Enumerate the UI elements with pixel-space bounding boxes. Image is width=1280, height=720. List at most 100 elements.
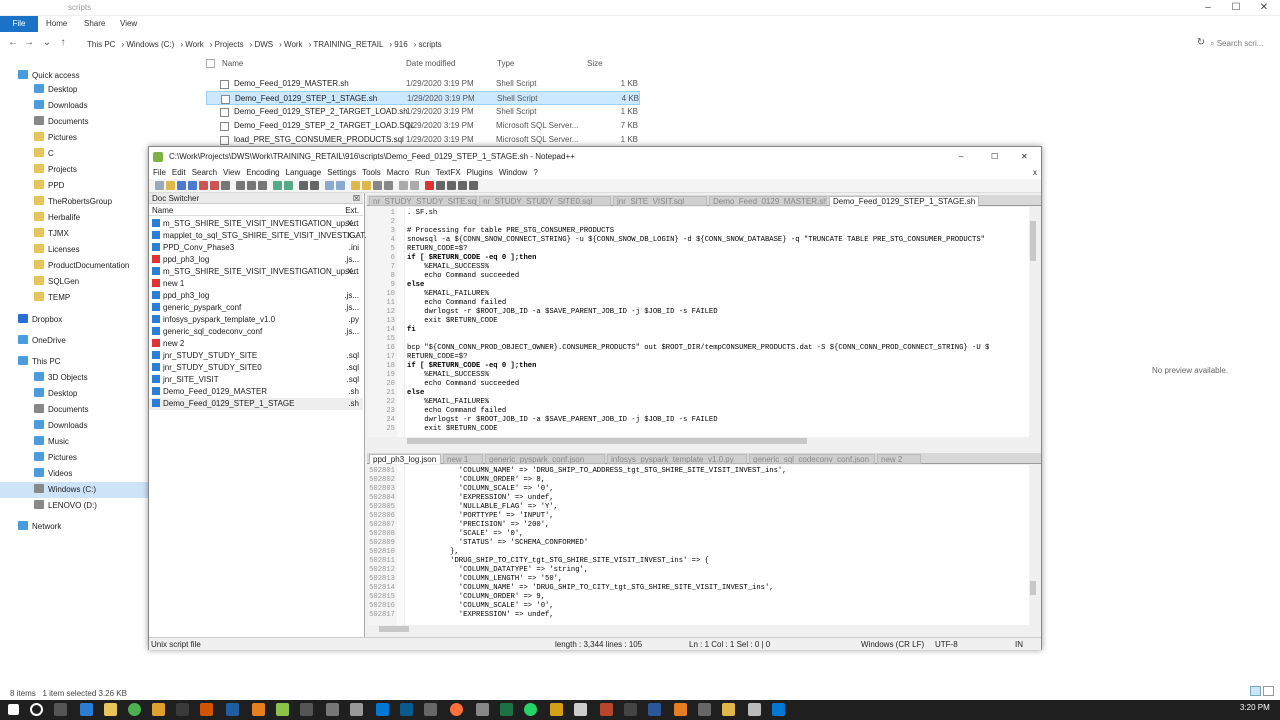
app-icon[interactable] bbox=[674, 703, 687, 716]
nav-item[interactable]: Documents bbox=[0, 114, 148, 130]
record-macro-icon[interactable] bbox=[425, 181, 434, 190]
nav-item[interactable]: Desktop bbox=[0, 386, 148, 402]
firefox-icon[interactable] bbox=[450, 703, 463, 716]
select-all-checkbox[interactable] bbox=[206, 59, 215, 68]
app-icon[interactable] bbox=[226, 703, 239, 716]
column-size[interactable]: Size bbox=[587, 59, 603, 68]
nav-item[interactable]: TJMX bbox=[0, 226, 148, 242]
app-icon[interactable] bbox=[524, 703, 537, 716]
word-icon[interactable] bbox=[648, 703, 661, 716]
editor-tab-active[interactable]: ppd_ph3_log.json bbox=[369, 454, 441, 464]
app-icon[interactable] bbox=[350, 703, 363, 716]
menu-settings[interactable]: Settings bbox=[327, 168, 356, 177]
maximize-icon[interactable]: ☐ bbox=[1222, 0, 1250, 16]
menu-textfx[interactable]: TextFX bbox=[436, 168, 461, 177]
app-icon[interactable] bbox=[300, 703, 313, 716]
maximize-icon[interactable]: ☐ bbox=[991, 147, 998, 167]
app-icon[interactable] bbox=[772, 703, 785, 716]
function-list-icon[interactable] bbox=[410, 181, 419, 190]
breadcrumb[interactable]: This PC bbox=[87, 40, 115, 49]
close-icon[interactable]: ✕ bbox=[1021, 147, 1028, 167]
bottom-editor[interactable]: 502801 'COLUMN_NAME' => 'DRUG_SHIP_TO_AD… bbox=[367, 465, 1035, 625]
file-row[interactable]: Demo_Feed_0129_STEP_2_TARGET_LOAD.sh 1/29… bbox=[206, 105, 640, 119]
outlook-icon[interactable] bbox=[80, 703, 93, 716]
search-input[interactable]: ⌕ Search scri... bbox=[1210, 35, 1276, 52]
windows-start-icon[interactable] bbox=[8, 704, 19, 715]
app-icon[interactable] bbox=[400, 703, 413, 716]
zoom-in-icon[interactable] bbox=[325, 181, 334, 190]
editor-tab[interactable]: new 1 bbox=[443, 454, 483, 464]
save-icon[interactable] bbox=[177, 181, 186, 190]
doc-item[interactable]: Demo_Feed_0129_MASTER .sh bbox=[149, 386, 363, 398]
doc-item[interactable]: m_STG_SHIRE_SITE_VISIT_INVESTIGATION_ups… bbox=[149, 266, 363, 278]
chevron-down-icon[interactable]: ⌄ bbox=[40, 36, 54, 50]
app-icon[interactable] bbox=[722, 703, 735, 716]
nav-item[interactable]: Videos bbox=[0, 466, 148, 482]
menu-window[interactable]: Window bbox=[499, 168, 527, 177]
column-date[interactable]: Date modified bbox=[406, 59, 455, 68]
app-icon[interactable] bbox=[476, 703, 489, 716]
top-editor[interactable]: 1. SF.sh 2 3 # Processing for table PRE_S… bbox=[367, 207, 1035, 437]
undo-icon[interactable] bbox=[273, 181, 282, 190]
chrome-icon[interactable] bbox=[128, 703, 141, 716]
nav-item[interactable]: Network bbox=[0, 519, 148, 535]
breadcrumb[interactable]: Projects bbox=[215, 40, 244, 49]
minimize-icon[interactable]: – bbox=[1194, 0, 1222, 16]
details-view-icon[interactable] bbox=[1250, 686, 1261, 696]
nav-item[interactable]: Projects bbox=[0, 162, 148, 178]
up-icon[interactable]: ↑ bbox=[56, 36, 70, 50]
menu-search[interactable]: Search bbox=[192, 168, 217, 177]
nav-item[interactable]: PPD bbox=[0, 178, 148, 194]
doc-map-icon[interactable] bbox=[399, 181, 408, 190]
show-all-chars-icon[interactable] bbox=[373, 181, 382, 190]
nav-item[interactable]: Downloads bbox=[0, 98, 148, 114]
app-icon[interactable] bbox=[152, 703, 165, 716]
editor-tab[interactable]: jnr_SITE_VISIT.sql bbox=[613, 196, 707, 206]
notepadpp-taskbar-icon[interactable] bbox=[276, 703, 289, 716]
cut-icon[interactable] bbox=[236, 181, 245, 190]
file-explorer-icon[interactable] bbox=[104, 703, 117, 716]
editor-tab[interactable]: new 2 bbox=[877, 454, 921, 464]
nav-item[interactable]: OneDrive bbox=[0, 333, 148, 349]
doc-item[interactable]: generic_pyspark_conf .js... bbox=[149, 302, 363, 314]
close-icon[interactable]: ✕ bbox=[1250, 0, 1278, 16]
back-icon[interactable]: ← bbox=[6, 36, 20, 50]
close-icon[interactable] bbox=[199, 181, 208, 190]
nav-item[interactable]: ProductDocumentation bbox=[0, 258, 148, 274]
breadcrumb[interactable]: Work bbox=[185, 40, 204, 49]
app-icon[interactable] bbox=[424, 703, 437, 716]
nav-item[interactable]: Windows (C:) bbox=[0, 482, 148, 498]
nav-item[interactable]: Downloads bbox=[0, 418, 148, 434]
doc-item[interactable]: mapplet_to_sql_STG_SHIRE_SITE_VISIT_INVE… bbox=[149, 230, 371, 242]
minimize-icon[interactable]: – bbox=[959, 147, 963, 167]
print-icon[interactable] bbox=[221, 181, 230, 190]
nav-item[interactable]: LENOVO (D:) bbox=[0, 498, 148, 514]
new-file-icon[interactable] bbox=[155, 181, 164, 190]
word-wrap-icon[interactable] bbox=[362, 181, 371, 190]
menu-run[interactable]: Run bbox=[415, 168, 430, 177]
doc-item[interactable]: ppd_ph3_log .js... bbox=[149, 290, 363, 302]
doc-item[interactable]: jnr_STUDY_STUDY_SITE0 .sql bbox=[149, 362, 363, 374]
paste-icon[interactable] bbox=[258, 181, 267, 190]
file-row[interactable]: Demo_Feed_0129_STEP_1_STAGE.sh 1/29/2020 … bbox=[206, 91, 640, 105]
excel-icon[interactable] bbox=[500, 703, 513, 716]
menu-file[interactable]: File bbox=[153, 168, 166, 177]
nav-item[interactable]: Music bbox=[0, 434, 148, 450]
close-all-icon[interactable] bbox=[210, 181, 219, 190]
nav-item[interactable]: SQLGen bbox=[0, 274, 148, 290]
app-icon[interactable] bbox=[698, 703, 711, 716]
breadcrumb[interactable]: 916 bbox=[394, 40, 407, 49]
file-row[interactable]: load_PRE_STG_CONSUMER_PRODUCTS.sql 1/29/2… bbox=[206, 133, 640, 147]
nav-item[interactable]: Pictures bbox=[0, 450, 148, 466]
close-panel-icon[interactable]: ☒ bbox=[353, 193, 360, 204]
menu-view[interactable]: View bbox=[223, 168, 240, 177]
doc-item[interactable]: jnr_SITE_VISIT .sql bbox=[149, 374, 363, 386]
zoom-out-icon[interactable] bbox=[336, 181, 345, 190]
nav-item[interactable]: 3D Objects bbox=[0, 370, 148, 386]
file-row[interactable]: Demo_Feed_0129_MASTER.sh 1/29/2020 3:19 P… bbox=[206, 77, 640, 91]
nav-item[interactable]: Licenses bbox=[0, 242, 148, 258]
menu-encoding[interactable]: Encoding bbox=[246, 168, 279, 177]
app-icon[interactable] bbox=[748, 703, 761, 716]
editor-tab[interactable]: nr_STUDY_STUDY_SITE0.sql bbox=[479, 196, 611, 206]
doc-item[interactable]: new 1 bbox=[149, 278, 363, 290]
